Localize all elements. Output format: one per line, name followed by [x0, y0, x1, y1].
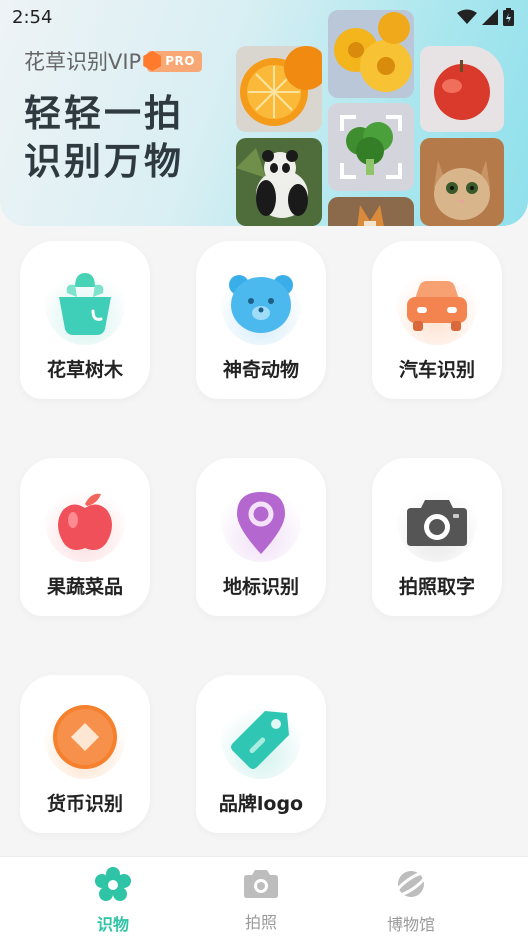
nav-label: 识物	[96, 915, 129, 934]
vip-label: 花草识别VIP	[24, 50, 142, 74]
category-photo-text[interactable]: 拍照取字	[372, 458, 502, 616]
pro-label: PRO	[165, 54, 195, 68]
apple-photo	[420, 46, 504, 132]
category-label: 品牌logo	[218, 793, 304, 815]
status-bar: 2:54	[0, 0, 528, 36]
nav-label: 博物馆	[386, 915, 435, 934]
bear-face-icon	[221, 265, 301, 345]
nav-tab-identify[interactable]: 识物	[63, 867, 163, 935]
category-label: 果蔬菜品	[46, 576, 123, 598]
camera-icon	[244, 870, 278, 898]
category-label: 汽车识别	[398, 359, 475, 381]
wifi-icon	[457, 9, 477, 24]
battery-icon	[503, 8, 514, 26]
broccoli-scan-photo	[328, 103, 414, 191]
headline-line-1: 轻轻一拍	[24, 92, 184, 135]
planet-icon	[394, 871, 428, 897]
panda-photo	[236, 138, 322, 226]
flower-icon	[95, 867, 131, 901]
car-icon	[397, 265, 477, 345]
category-currency[interactable]: 货币识别	[20, 675, 150, 833]
category-label: 花草树木	[46, 359, 123, 381]
apple-icon	[45, 482, 125, 562]
signal-icon	[482, 9, 498, 25]
category-label: 神奇动物	[222, 359, 299, 381]
category-animals[interactable]: 神奇动物	[196, 241, 326, 399]
potted-plant-icon	[45, 265, 125, 345]
category-label: 地标识别	[222, 576, 299, 598]
category-landmarks[interactable]: 地标识别	[196, 458, 326, 616]
bottom-navigation: 识物 拍照 博物馆	[0, 856, 528, 939]
vip-title: 花草识别VIP PRO	[24, 46, 202, 76]
category-cars[interactable]: 汽车识别	[372, 241, 502, 399]
coin-icon	[45, 699, 125, 779]
map-pin-icon	[221, 482, 301, 562]
cat-photo	[420, 138, 504, 226]
nav-tab-museum[interactable]: 博物馆	[361, 867, 461, 935]
nav-tab-camera[interactable]: 拍照	[211, 867, 311, 933]
category-brand-logo[interactable]: 品牌logo	[196, 675, 326, 833]
headline-line-2: 识别万物	[24, 140, 184, 183]
pro-badge: PRO	[143, 50, 202, 72]
hexagon-icon	[143, 51, 162, 71]
category-label: 货币识别	[46, 793, 123, 815]
camera-icon	[397, 482, 477, 562]
nav-label: 拍照	[244, 913, 277, 932]
price-tag-icon	[221, 699, 301, 779]
clock: 2:54	[12, 7, 53, 28]
orange-photo	[236, 46, 322, 132]
category-label: 拍照取字	[398, 576, 475, 598]
category-flowers-trees[interactable]: 花草树木	[20, 241, 150, 399]
dog-photo	[328, 197, 414, 226]
category-fruits-veg[interactable]: 果蔬菜品	[20, 458, 150, 616]
banner-headline: 轻轻一拍 识别万物	[24, 90, 184, 186]
